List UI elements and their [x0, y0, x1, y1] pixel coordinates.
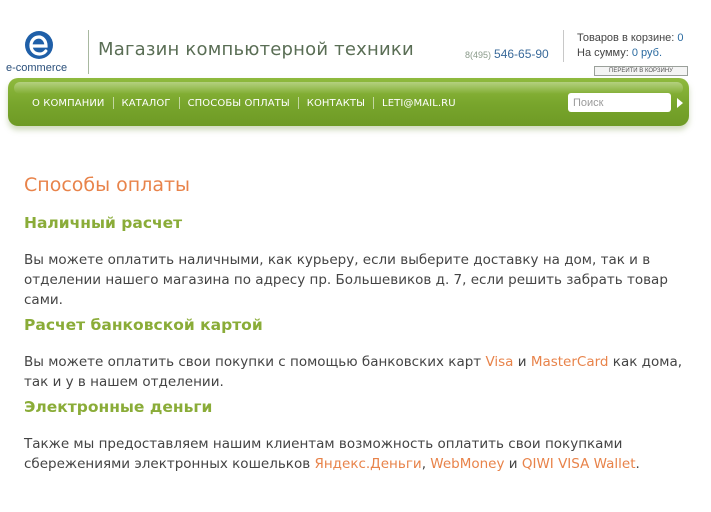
main-content: Способы оплаты Наличный расчет Вы можете… — [24, 172, 706, 474]
nav-item-about[interactable]: О компании — [24, 98, 113, 109]
phone: 8(495) 546-65-90 — [465, 45, 549, 63]
go-to-cart-button[interactable]: ПЕРЕЙТИ В КОРЗИНУ — [594, 66, 688, 76]
arrow-right-icon[interactable] — [675, 96, 685, 110]
text-fragment: Вы можете оплатить свои покупки с помощь… — [24, 354, 486, 370]
text-fragment: , — [421, 456, 431, 472]
cart-sum-value: 0 руб. — [631, 47, 663, 59]
header-divider — [88, 30, 89, 74]
link-mastercard[interactable]: MasterCard — [531, 354, 609, 370]
search-input[interactable] — [568, 93, 671, 112]
nav-item-email[interactable]: leti@mail.ru — [374, 98, 464, 109]
page-title: Способы оплаты — [24, 174, 191, 196]
section-text-cash: Вы можете оплатить наличными, как курьер… — [24, 252, 668, 308]
section-title-e-money: Электронные деньги — [24, 398, 213, 416]
section-title-cash: Наличный расчет — [24, 214, 183, 232]
nav-item-payment-methods[interactable]: Способы оплаты — [180, 98, 298, 109]
text-fragment: . — [635, 456, 640, 472]
logo-text: e-commerce — [6, 62, 68, 74]
link-qiwi-visa-wallet[interactable]: QIWI VISA Wallet — [522, 456, 636, 472]
cart-divider — [563, 30, 564, 62]
store-title: Магазин компьютерной техники — [98, 39, 414, 60]
link-webmoney[interactable]: WebMoney — [430, 456, 504, 472]
text-fragment: и — [513, 354, 531, 370]
link-yandex-money[interactable]: Яндекс.Деньги — [314, 456, 421, 472]
text-fragment: и — [504, 456, 522, 472]
section-text-card: Вы можете оплатить свои покупки с помощь… — [24, 352, 706, 392]
section-text-e-money: Также мы предоставляем нашим клиентам во… — [24, 434, 706, 474]
main-nav: О компании Каталог Способы оплаты Контак… — [24, 96, 464, 110]
site-header: e-commerce Магазин компьютерной техники … — [0, 0, 711, 80]
nav-item-contacts[interactable]: Контакты — [299, 98, 373, 109]
cart-items-label: Товаров в корзине: — [577, 32, 675, 44]
cart-summary: Товаров в корзине: 0 На сумму: 0 руб. — [577, 31, 684, 61]
phone-code: 8(495) — [465, 50, 492, 60]
section-title-card: Расчет банковской картой — [24, 316, 263, 334]
nav-item-catalog[interactable]: Каталог — [114, 98, 179, 109]
cart-sum-label: На сумму: — [577, 47, 629, 59]
e-commerce-logo-icon — [25, 31, 53, 59]
link-visa[interactable]: Visa — [485, 354, 513, 370]
site-logo[interactable]: e-commerce — [6, 30, 76, 74]
phone-number: 546-65-90 — [494, 47, 549, 61]
cart-items-value: 0 — [677, 32, 684, 44]
